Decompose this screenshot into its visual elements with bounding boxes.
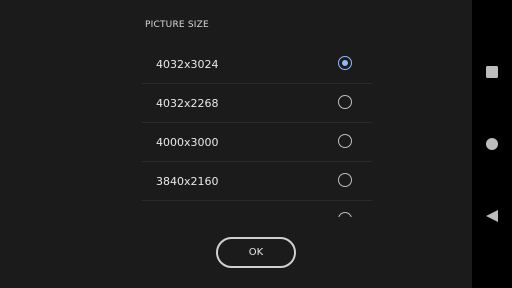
option-label: 3840x2160 — [156, 174, 219, 188]
recents-icon — [486, 66, 498, 78]
list-item-partially-hidden[interactable] — [142, 201, 372, 217]
back-icon — [486, 210, 498, 222]
back-button[interactable] — [472, 201, 512, 231]
recents-button[interactable] — [472, 57, 512, 87]
option-label: 4032x2268 — [156, 96, 219, 110]
home-button[interactable] — [472, 129, 512, 159]
picture-size-list[interactable]: 4032x3024 4032x2268 4000x3000 3840x2160 — [142, 45, 372, 217]
option-label: 4000x3000 — [156, 135, 219, 149]
dialog-title: PICTURE SIZE — [145, 20, 209, 30]
radio-unselected-icon[interactable] — [338, 212, 352, 217]
list-item[interactable]: 4032x3024 — [142, 45, 372, 84]
picture-size-dialog: PICTURE SIZE 4032x3024 4032x2268 4000x30… — [142, 0, 372, 288]
radio-unselected-icon[interactable] — [338, 95, 352, 109]
radio-unselected-icon[interactable] — [338, 173, 352, 187]
list-item[interactable]: 4000x3000 — [142, 123, 372, 162]
navigation-bar — [472, 0, 512, 288]
ok-button[interactable]: OK — [216, 237, 296, 268]
option-label: 4032x3024 — [156, 57, 219, 71]
radio-selected-icon[interactable] — [338, 56, 352, 70]
list-item[interactable]: 3840x2160 — [142, 162, 372, 201]
home-icon — [486, 138, 498, 150]
settings-panel: PICTURE SIZE 4032x3024 4032x2268 4000x30… — [0, 0, 472, 288]
list-item[interactable]: 4032x2268 — [142, 84, 372, 123]
radio-unselected-icon[interactable] — [338, 134, 352, 148]
